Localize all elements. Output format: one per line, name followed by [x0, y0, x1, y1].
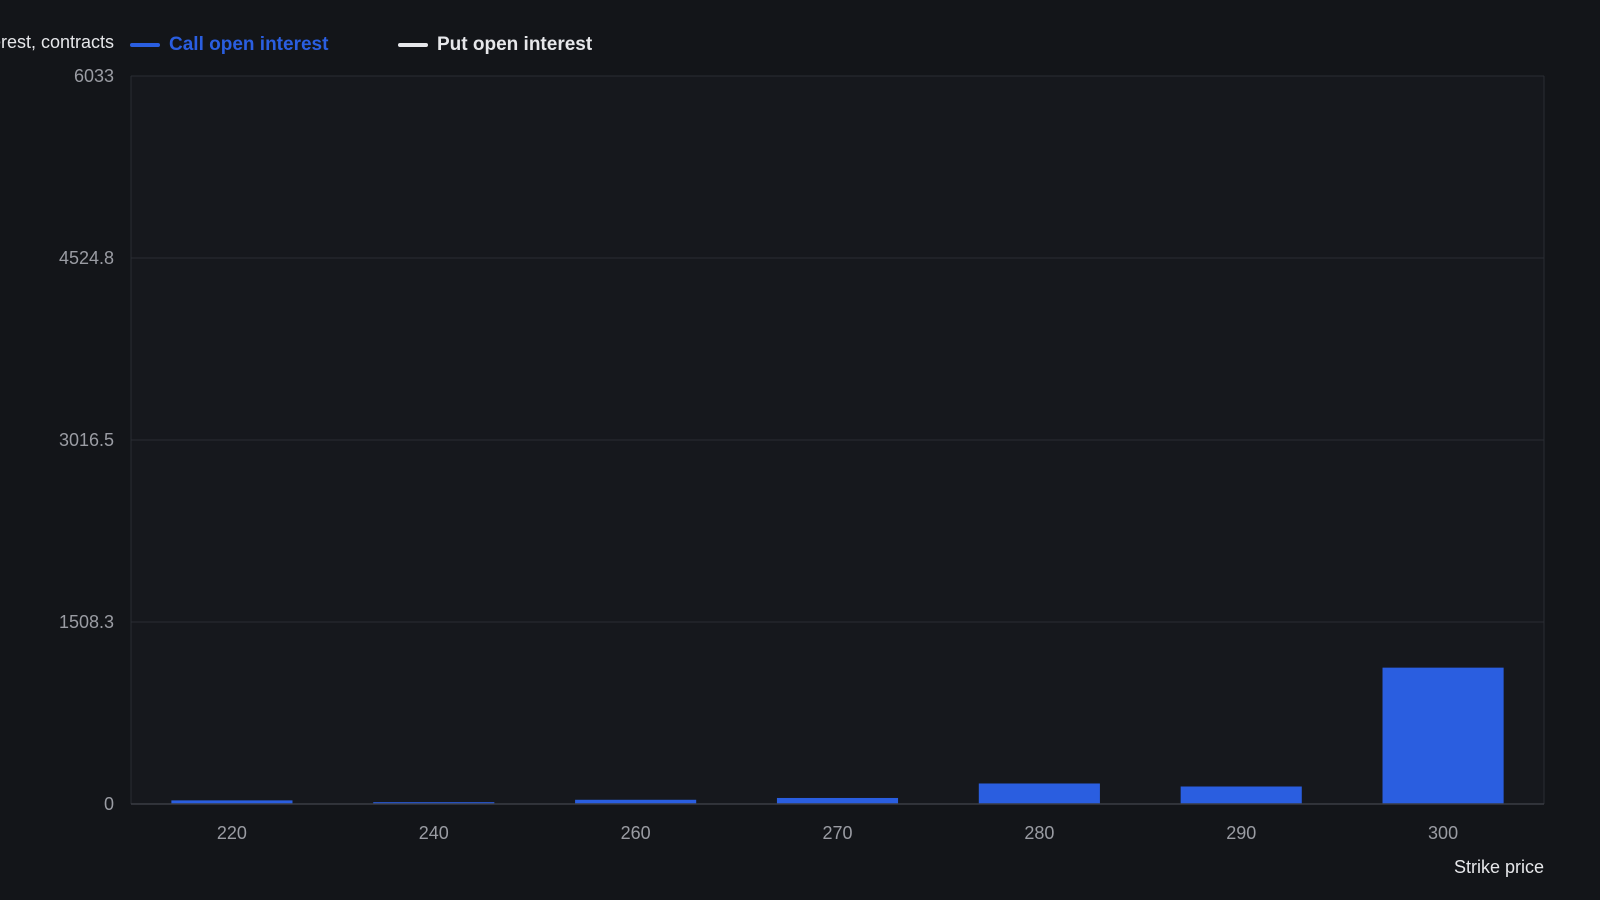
- bar-call: [1180, 786, 1302, 804]
- y-tick-label: 4524.8: [59, 248, 114, 268]
- bar-call: [1382, 667, 1504, 804]
- bar-call: [978, 783, 1100, 804]
- y-tick-label: 6033: [74, 66, 114, 86]
- bar-call: [776, 797, 899, 804]
- x-tick-label: 220: [217, 823, 247, 843]
- x-axis-title: Strike price: [1453, 857, 1544, 877]
- bar-chart: 0 1508.3 3016.5 4524.8 6033 220 240 260 270 280 29…: [59, 66, 1545, 843]
- x-tick-label: 260: [621, 823, 651, 843]
- y-tick-label: 1508.3: [59, 612, 114, 632]
- chart-root: Open interest, contracts Call open inter…: [0, 0, 1600, 900]
- x-tick-label: 270: [822, 823, 852, 843]
- y-tick-label: 3016.5: [59, 430, 114, 450]
- y-tick-label: 0: [104, 794, 114, 814]
- x-tick-label: 280: [1024, 823, 1054, 843]
- x-tick-label: 300: [1428, 823, 1458, 843]
- x-tick-label: 290: [1226, 823, 1256, 843]
- x-tick-label: 240: [419, 823, 449, 843]
